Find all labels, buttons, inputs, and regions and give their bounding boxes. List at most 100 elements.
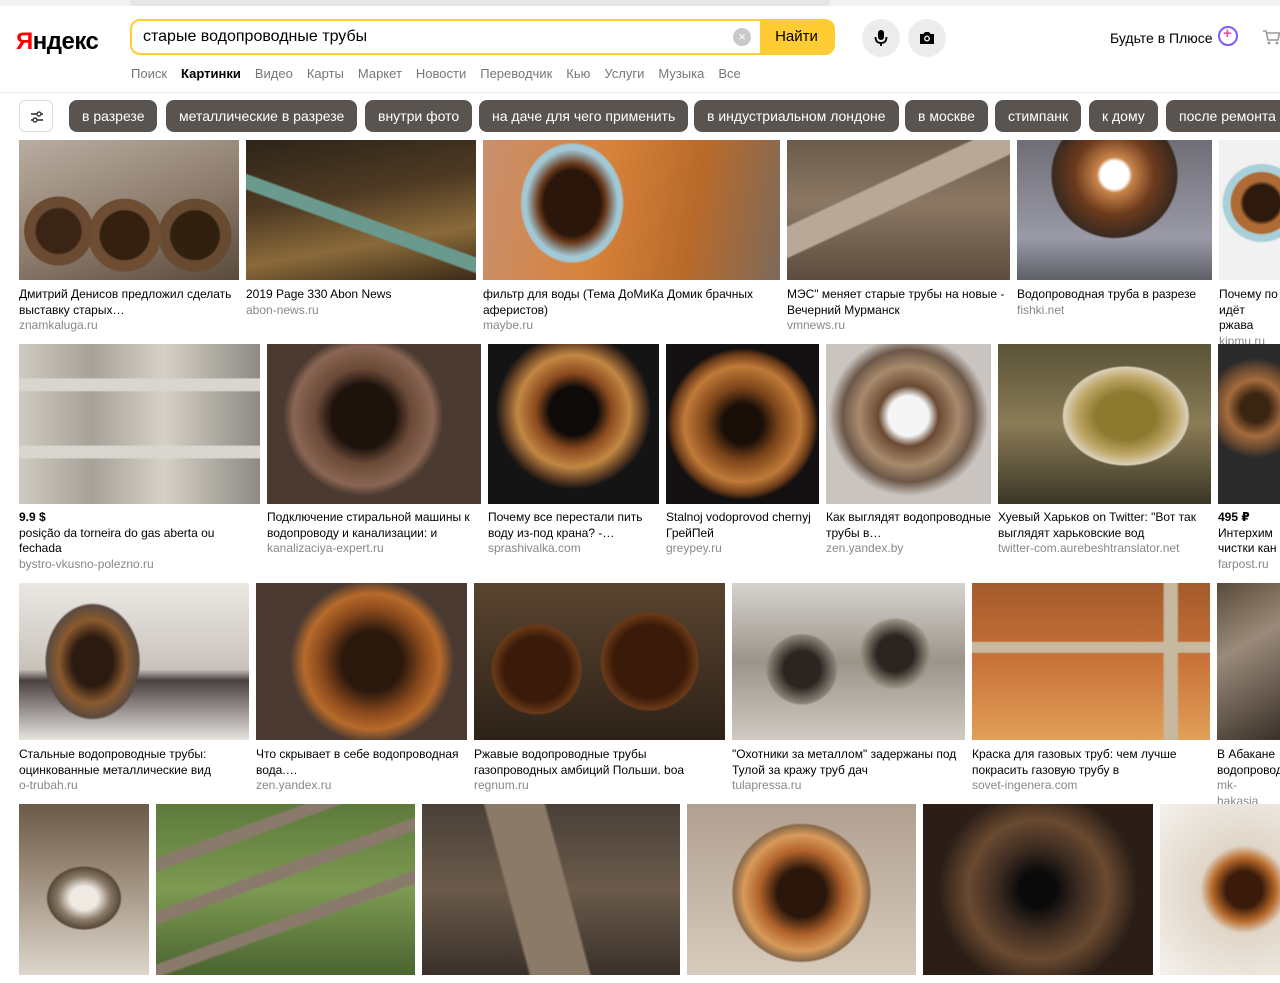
result-caption: Подключение стиральной машины к водопров… <box>267 510 481 557</box>
result-title[interactable]: Ржавые водопроводные трубы газопроводных… <box>474 747 725 778</box>
service-tab-news[interactable]: Новости <box>416 66 466 81</box>
result-image[interactable] <box>687 804 916 975</box>
result-caption: Почему по идёт ржава kipmu.ru <box>1219 287 1280 349</box>
result-image[interactable] <box>732 583 965 740</box>
chip-3[interactable]: на даче для чего применить <box>479 100 689 132</box>
service-tab-market[interactable]: Маркет <box>358 66 402 81</box>
result-image[interactable] <box>923 804 1153 975</box>
chip-4[interactable]: в индустриальном лондоне <box>694 100 899 132</box>
result-source[interactable]: farpost.ru <box>1218 557 1280 573</box>
result-image[interactable] <box>1160 804 1280 975</box>
result-title[interactable]: В Абакане водопровод <box>1217 747 1280 778</box>
result-source[interactable]: sovet-ingenera.com <box>972 778 1210 794</box>
image-search-button[interactable] <box>908 19 946 57</box>
result-caption: Водопроводная труба в разрезе fishki.net <box>1017 287 1212 318</box>
result-title[interactable]: Как выглядят водопроводные трубы в… <box>826 510 991 541</box>
result-image[interactable] <box>19 583 249 740</box>
result-title[interactable]: posição da torneira do gas aberta ou fec… <box>19 526 260 557</box>
result-image[interactable] <box>246 140 476 280</box>
result-title[interactable]: МЭС" меняет старые трубы на новые - Вече… <box>787 287 1010 318</box>
result-image[interactable] <box>1217 583 1280 740</box>
result-source[interactable]: zen.yandex.by <box>826 541 991 557</box>
service-tab-music[interactable]: Музыка <box>658 66 704 81</box>
result-title[interactable]: Почему по идёт ржава <box>1219 287 1280 334</box>
result-title[interactable]: Краска для газовых труб: чем лучше покра… <box>972 747 1210 778</box>
result-image[interactable] <box>474 583 725 740</box>
result-image[interactable] <box>787 140 1010 280</box>
result-source[interactable]: vmnews.ru <box>787 318 1010 334</box>
result-image[interactable] <box>483 140 780 280</box>
result-image[interactable] <box>19 804 149 975</box>
result-source[interactable]: regnum.ru <box>474 778 725 794</box>
chip-2[interactable]: внутри фото <box>365 100 473 132</box>
filters-button[interactable] <box>19 100 53 132</box>
result-image[interactable] <box>666 344 819 504</box>
service-tab-q[interactable]: Кью <box>566 66 590 81</box>
result-source[interactable]: o-trubah.ru <box>19 778 249 794</box>
result-image[interactable] <box>422 804 680 975</box>
result-image[interactable] <box>256 583 467 740</box>
result-image[interactable] <box>972 583 1210 740</box>
result-title[interactable]: 2019 Page 330 Abon News <box>246 287 476 303</box>
result-source[interactable]: maybe.ru <box>483 318 780 334</box>
result-image[interactable] <box>1219 140 1280 280</box>
result-image[interactable] <box>267 344 481 504</box>
service-tab-video[interactable]: Видео <box>255 66 293 81</box>
result-title[interactable]: Хуевый Харьков on Twitter: "Вот так выгл… <box>998 510 1211 541</box>
search-input[interactable] <box>132 21 760 53</box>
result-title[interactable]: Почему все перестали пить воду из-под кр… <box>488 510 659 541</box>
service-tab-translate[interactable]: Переводчик <box>480 66 552 81</box>
result-source[interactable]: znamkaluga.ru <box>19 318 239 334</box>
result-image[interactable] <box>1218 344 1280 504</box>
result-image[interactable] <box>19 344 260 504</box>
result-title[interactable]: Дмитрий Денисов предложил сделать выстав… <box>19 287 239 318</box>
chip-5[interactable]: в москве <box>905 100 988 132</box>
result-image[interactable] <box>826 344 991 504</box>
plus-promo-link[interactable]: Будьте в Плюсе <box>1110 30 1213 46</box>
result-source[interactable]: zen.yandex.ru <box>256 778 467 794</box>
result-caption: Стальные водопроводные трубы: оцинкованн… <box>19 747 249 794</box>
chip-1[interactable]: металлические в разрезе <box>166 100 358 132</box>
result-title[interactable]: фильтр для воды (Тема ДоМиКа Домик брачн… <box>483 287 780 318</box>
result-source[interactable]: kanalizaciya-expert.ru <box>267 541 481 557</box>
search-button[interactable]: Найти <box>760 21 833 53</box>
result-source[interactable]: tulapressa.ru <box>732 778 965 794</box>
result-source[interactable]: bystro-vkusno-polezno.ru <box>19 557 260 573</box>
service-tab-maps[interactable]: Карты <box>307 66 344 81</box>
chip-7[interactable]: к дому <box>1089 100 1158 132</box>
header: Яндекс × Найти Будьте в Плюсе Поиск Карти… <box>0 6 1280 92</box>
result-source[interactable]: greypey.ru <box>666 541 819 557</box>
result-source[interactable]: sprashivalka.com <box>488 541 659 557</box>
voice-search-button[interactable] <box>862 19 900 57</box>
result-image[interactable] <box>156 804 415 975</box>
service-tab-search[interactable]: Поиск <box>131 66 167 81</box>
result-source[interactable]: abon-news.ru <box>246 303 476 319</box>
result-image[interactable] <box>19 140 239 280</box>
result-caption: 2019 Page 330 Abon News abon-news.ru <box>246 287 476 318</box>
service-tab-all[interactable]: Все <box>718 66 740 81</box>
cart-icon[interactable] <box>1262 29 1280 45</box>
result-title[interactable]: Стальные водопроводные трубы: оцинкованн… <box>19 747 249 778</box>
result-caption: фильтр для воды (Тема ДоМиКа Домик брачн… <box>483 287 780 334</box>
result-image[interactable] <box>1017 140 1212 280</box>
result-title[interactable]: Интерхим чистки кан <box>1218 526 1280 557</box>
service-tab-services[interactable]: Услуги <box>604 66 644 81</box>
yandex-logo[interactable]: Яндекс <box>16 28 99 56</box>
result-image[interactable] <box>998 344 1211 504</box>
service-tab-images[interactable]: Картинки <box>181 66 241 81</box>
result-title[interactable]: Подключение стиральной машины к водопров… <box>267 510 481 541</box>
plus-icon[interactable] <box>1218 25 1238 46</box>
result-title[interactable]: Stalnoj vodoprovod chernyj ГрейПей <box>666 510 819 541</box>
camera-icon <box>920 32 934 44</box>
chip-8[interactable]: после ремонта <box>1166 100 1280 132</box>
chip-6[interactable]: стимпанк <box>995 100 1082 132</box>
result-title[interactable]: Водопроводная труба в разрезе <box>1017 287 1212 303</box>
result-title[interactable]: Что скрывает в себе водопроводная вода.… <box>256 747 467 778</box>
result-caption: Ржавые водопроводные трубы газопроводных… <box>474 747 725 794</box>
result-title[interactable]: "Охотники за металлом" задержаны под Тул… <box>732 747 965 778</box>
clear-search-button[interactable]: × <box>733 28 751 46</box>
chip-0[interactable]: в разрезе <box>69 100 158 132</box>
result-source[interactable]: fishki.net <box>1017 303 1212 319</box>
result-source[interactable]: twitter-com.aurebeshtranslator.net <box>998 541 1211 557</box>
result-image[interactable] <box>488 344 659 504</box>
